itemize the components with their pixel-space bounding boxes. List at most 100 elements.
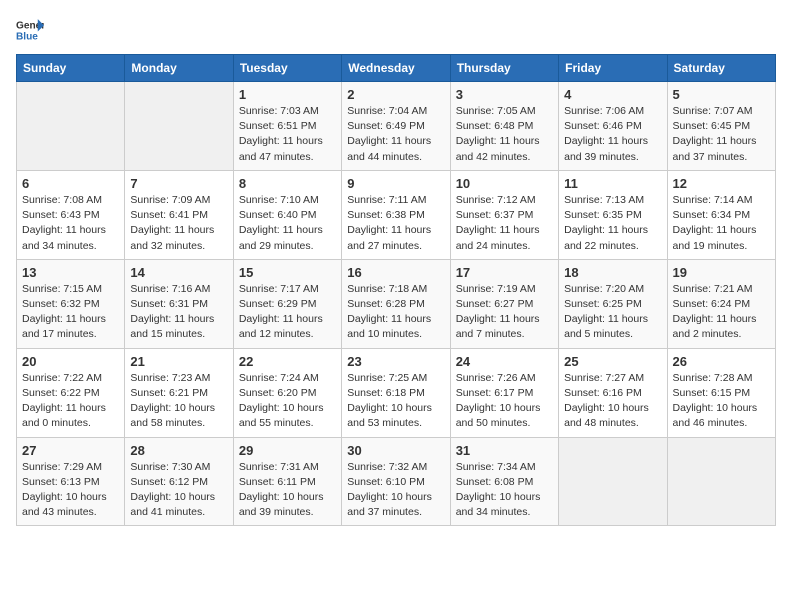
calendar-cell: 12 Sunrise: 7:14 AMSunset: 6:34 PMDayligh…	[667, 170, 775, 259]
calendar-cell: 11 Sunrise: 7:13 AMSunset: 6:35 PMDayligh…	[559, 170, 667, 259]
day-info: Sunrise: 7:18 AMSunset: 6:28 PMDaylight:…	[347, 283, 431, 341]
week-row-2: 6 Sunrise: 7:08 AMSunset: 6:43 PMDaylight…	[17, 170, 776, 259]
day-number: 19	[673, 265, 770, 280]
day-number: 7	[130, 176, 227, 191]
calendar-cell: 8 Sunrise: 7:10 AMSunset: 6:40 PMDaylight…	[233, 170, 341, 259]
calendar-cell	[559, 437, 667, 526]
svg-text:Blue: Blue	[16, 31, 38, 42]
day-number: 17	[456, 265, 553, 280]
day-info: Sunrise: 7:12 AMSunset: 6:37 PMDaylight:…	[456, 194, 540, 252]
calendar-cell: 25 Sunrise: 7:27 AMSunset: 6:16 PMDayligh…	[559, 348, 667, 437]
day-info: Sunrise: 7:32 AMSunset: 6:10 PMDaylight:…	[347, 461, 432, 519]
calendar-cell: 6 Sunrise: 7:08 AMSunset: 6:43 PMDaylight…	[17, 170, 125, 259]
day-info: Sunrise: 7:34 AMSunset: 6:08 PMDaylight:…	[456, 461, 541, 519]
calendar-cell: 15Sunrise: 7:17 AMSunset: 6:29 PMDayligh…	[233, 259, 341, 348]
day-info: Sunrise: 7:13 AMSunset: 6:35 PMDaylight:…	[564, 194, 648, 252]
day-info: Sunrise: 7:27 AMSunset: 6:16 PMDaylight:…	[564, 372, 649, 430]
day-info: Sunrise: 7:16 AMSunset: 6:31 PMDaylight:…	[130, 283, 214, 341]
calendar-cell: 7 Sunrise: 7:09 AMSunset: 6:41 PMDaylight…	[125, 170, 233, 259]
calendar-table: SundayMondayTuesdayWednesdayThursdayFrid…	[16, 54, 776, 526]
calendar-cell	[17, 82, 125, 171]
day-header-thursday: Thursday	[450, 55, 558, 82]
day-header-friday: Friday	[559, 55, 667, 82]
calendar-cell: 30 Sunrise: 7:32 AMSunset: 6:10 PMDayligh…	[342, 437, 450, 526]
day-number: 11	[564, 176, 661, 191]
day-info: Sunrise: 7:21 AMSunset: 6:24 PMDaylight:…	[673, 283, 757, 341]
day-header-wednesday: Wednesday	[342, 55, 450, 82]
week-row-4: 20 Sunrise: 7:22 AMSunset: 6:22 PMDayligh…	[17, 348, 776, 437]
day-number: 4	[564, 87, 661, 102]
day-info: Sunrise: 7:23 AMSunset: 6:21 PMDaylight:…	[130, 372, 215, 430]
day-number: 31	[456, 443, 553, 458]
day-number: 6	[22, 176, 119, 191]
calendar-cell: 2 Sunrise: 7:04 AMSunset: 6:49 PMDaylight…	[342, 82, 450, 171]
week-row-5: 27 Sunrise: 7:29 AMSunset: 6:13 PMDayligh…	[17, 437, 776, 526]
day-info: Sunrise: 7:24 AMSunset: 6:20 PMDaylight:…	[239, 372, 324, 430]
header: General Blue	[16, 16, 776, 44]
day-info: Sunrise: 7:08 AMSunset: 6:43 PMDaylight:…	[22, 194, 106, 252]
day-number: 3	[456, 87, 553, 102]
day-number: 20	[22, 354, 119, 369]
day-info: Sunrise: 7:11 AMSunset: 6:38 PMDaylight:…	[347, 194, 431, 252]
calendar-cell: 24 Sunrise: 7:26 AMSunset: 6:17 PMDayligh…	[450, 348, 558, 437]
day-info: Sunrise: 7:22 AMSunset: 6:22 PMDaylight:…	[22, 372, 106, 430]
logo: General Blue	[16, 16, 48, 44]
day-info: Sunrise: 7:07 AMSunset: 6:45 PMDaylight:…	[673, 105, 757, 163]
day-info: Sunrise: 7:20 AMSunset: 6:25 PMDaylight:…	[564, 283, 648, 341]
day-number: 30	[347, 443, 444, 458]
day-header-monday: Monday	[125, 55, 233, 82]
day-info: Sunrise: 7:04 AMSunset: 6:49 PMDaylight:…	[347, 105, 431, 163]
calendar-cell: 18Sunrise: 7:20 AMSunset: 6:25 PMDayligh…	[559, 259, 667, 348]
day-info: Sunrise: 7:14 AMSunset: 6:34 PMDaylight:…	[673, 194, 757, 252]
day-info: Sunrise: 7:29 AMSunset: 6:13 PMDaylight:…	[22, 461, 107, 519]
day-number: 9	[347, 176, 444, 191]
day-info: Sunrise: 7:09 AMSunset: 6:41 PMDaylight:…	[130, 194, 214, 252]
calendar-cell: 1Sunrise: 7:03 AMSunset: 6:51 PMDaylight…	[233, 82, 341, 171]
day-number: 8	[239, 176, 336, 191]
day-info: Sunrise: 7:10 AMSunset: 6:40 PMDaylight:…	[239, 194, 323, 252]
calendar-cell: 21Sunrise: 7:23 AMSunset: 6:21 PMDayligh…	[125, 348, 233, 437]
day-number: 14	[130, 265, 227, 280]
calendar-cell: 27 Sunrise: 7:29 AMSunset: 6:13 PMDayligh…	[17, 437, 125, 526]
day-number: 1	[239, 87, 336, 102]
day-number: 12	[673, 176, 770, 191]
day-info: Sunrise: 7:05 AMSunset: 6:48 PMDaylight:…	[456, 105, 540, 163]
calendar-cell: 23 Sunrise: 7:25 AMSunset: 6:18 PMDayligh…	[342, 348, 450, 437]
calendar-cell: 28 Sunrise: 7:30 AMSunset: 6:12 PMDayligh…	[125, 437, 233, 526]
calendar-cell: 3 Sunrise: 7:05 AMSunset: 6:48 PMDaylight…	[450, 82, 558, 171]
calendar-cell: 20 Sunrise: 7:22 AMSunset: 6:22 PMDayligh…	[17, 348, 125, 437]
day-number: 22	[239, 354, 336, 369]
day-info: Sunrise: 7:25 AMSunset: 6:18 PMDaylight:…	[347, 372, 432, 430]
day-number: 28	[130, 443, 227, 458]
day-info: Sunrise: 7:15 AMSunset: 6:32 PMDaylight:…	[22, 283, 106, 341]
day-number: 15	[239, 265, 336, 280]
day-info: Sunrise: 7:06 AMSunset: 6:46 PMDaylight:…	[564, 105, 648, 163]
day-info: Sunrise: 7:28 AMSunset: 6:15 PMDaylight:…	[673, 372, 758, 430]
calendar-cell	[667, 437, 775, 526]
calendar-cell: 22 Sunrise: 7:24 AMSunset: 6:20 PMDayligh…	[233, 348, 341, 437]
logo-icon: General Blue	[16, 16, 44, 44]
day-number: 5	[673, 87, 770, 102]
day-number: 27	[22, 443, 119, 458]
week-row-1: 1Sunrise: 7:03 AMSunset: 6:51 PMDaylight…	[17, 82, 776, 171]
day-header-tuesday: Tuesday	[233, 55, 341, 82]
day-number: 24	[456, 354, 553, 369]
day-number: 23	[347, 354, 444, 369]
calendar-cell: 5 Sunrise: 7:07 AMSunset: 6:45 PMDaylight…	[667, 82, 775, 171]
day-number: 26	[673, 354, 770, 369]
calendar-cell: 26 Sunrise: 7:28 AMSunset: 6:15 PMDayligh…	[667, 348, 775, 437]
calendar-header-row: SundayMondayTuesdayWednesdayThursdayFrid…	[17, 55, 776, 82]
calendar-cell: 17Sunrise: 7:19 AMSunset: 6:27 PMDayligh…	[450, 259, 558, 348]
day-number: 25	[564, 354, 661, 369]
day-info: Sunrise: 7:26 AMSunset: 6:17 PMDaylight:…	[456, 372, 541, 430]
calendar-cell: 29Sunrise: 7:31 AMSunset: 6:11 PMDayligh…	[233, 437, 341, 526]
calendar-cell: 31 Sunrise: 7:34 AMSunset: 6:08 PMDayligh…	[450, 437, 558, 526]
calendar-cell: 14 Sunrise: 7:16 AMSunset: 6:31 PMDayligh…	[125, 259, 233, 348]
day-number: 2	[347, 87, 444, 102]
day-number: 10	[456, 176, 553, 191]
calendar-cell	[125, 82, 233, 171]
calendar-cell: 19 Sunrise: 7:21 AMSunset: 6:24 PMDayligh…	[667, 259, 775, 348]
day-info: Sunrise: 7:30 AMSunset: 6:12 PMDaylight:…	[130, 461, 215, 519]
calendar-cell: 10 Sunrise: 7:12 AMSunset: 6:37 PMDayligh…	[450, 170, 558, 259]
calendar-cell: 4 Sunrise: 7:06 AMSunset: 6:46 PMDaylight…	[559, 82, 667, 171]
